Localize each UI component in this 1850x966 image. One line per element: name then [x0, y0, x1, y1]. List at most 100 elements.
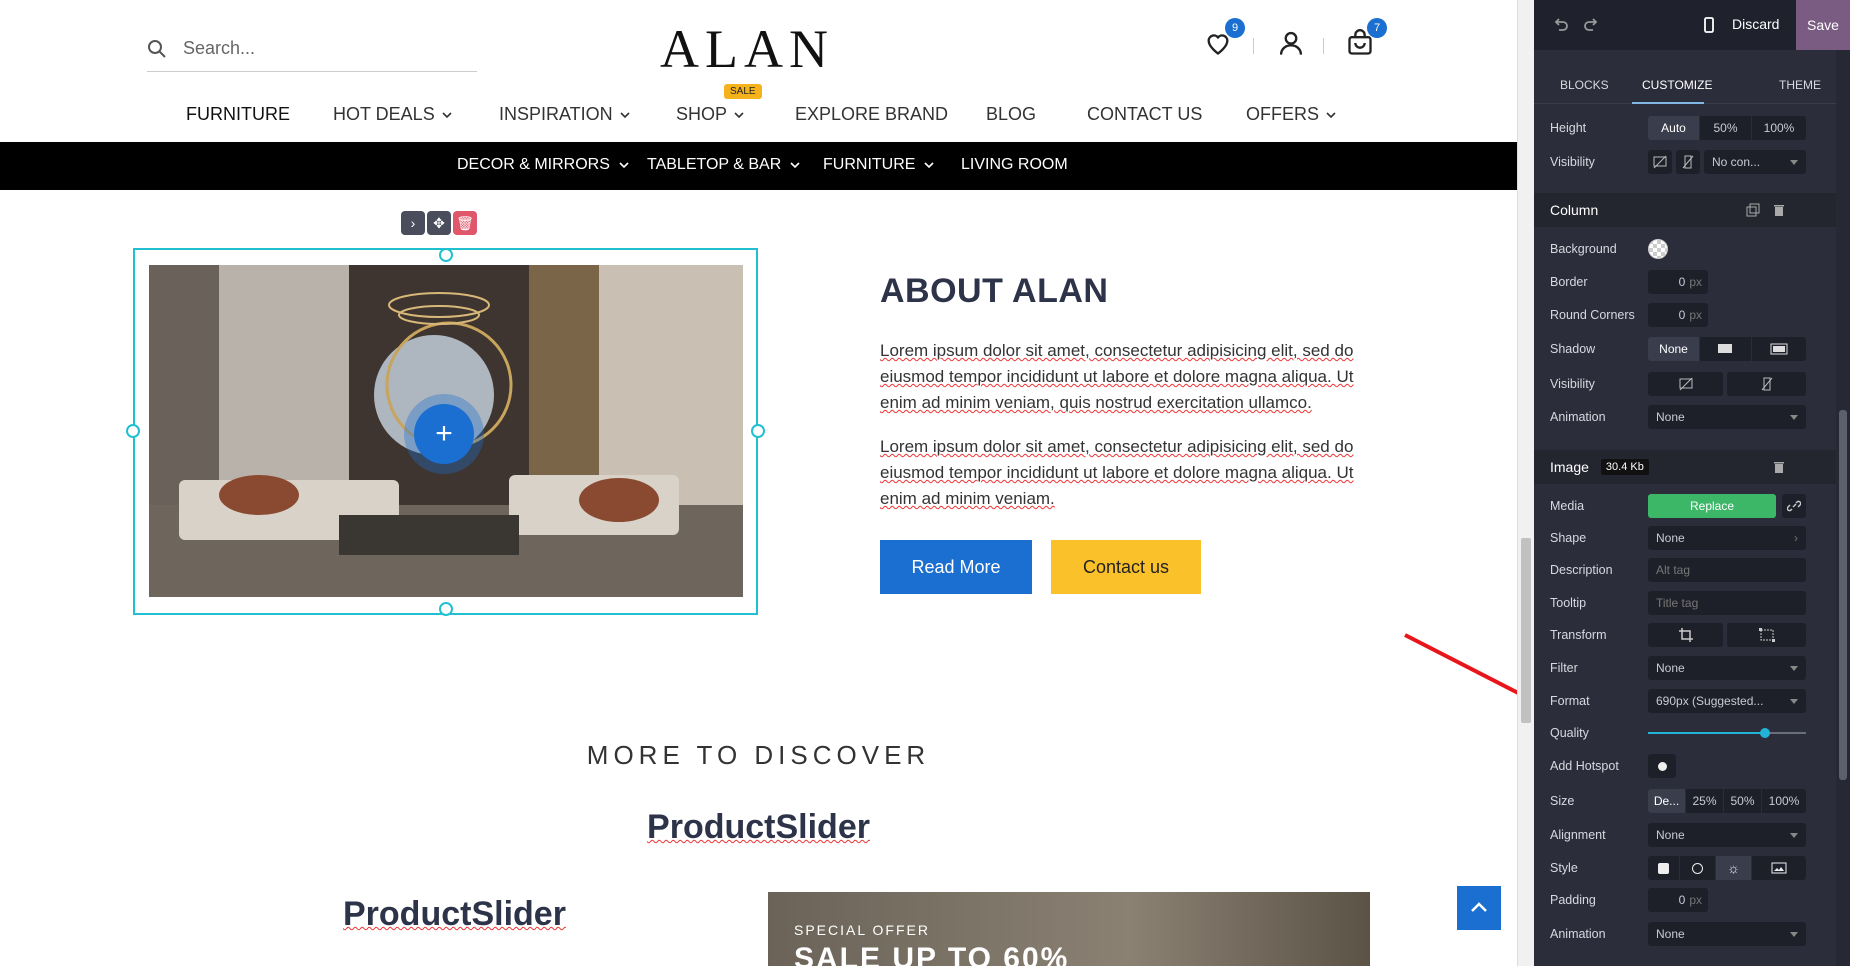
delete-block-button[interactable]: 🗑 — [453, 211, 477, 235]
height-100-option[interactable]: 100% — [1752, 116, 1806, 140]
hide-desktop-toggle[interactable] — [1648, 150, 1672, 174]
column-animation-select[interactable]: None — [1648, 405, 1806, 429]
redo-icon[interactable] — [1582, 16, 1600, 34]
hide-mobile-toggle[interactable] — [1676, 150, 1700, 174]
nav-item-hot-deals[interactable]: HOT DEALS — [333, 104, 453, 125]
padding-input[interactable]: 0 px — [1648, 888, 1708, 912]
search-input[interactable]: Search... — [183, 38, 255, 59]
page-scrollbar[interactable] — [1517, 0, 1534, 966]
add-hotspot-toggle[interactable] — [1648, 754, 1676, 778]
shadow-small-option[interactable] — [1700, 337, 1752, 361]
image-animation-select[interactable]: None — [1648, 922, 1806, 946]
cart-button[interactable]: 7 — [1343, 18, 1387, 60]
background-color-swatch[interactable] — [1648, 239, 1668, 259]
special-offer-banner[interactable]: SPECIAL OFFER SALE UP TO 60% — [768, 892, 1370, 966]
tab-theme[interactable]: THEME — [1779, 78, 1821, 92]
shape-select[interactable]: None › — [1648, 526, 1806, 550]
tab-blocks[interactable]: BLOCKS — [1560, 78, 1609, 92]
image-quality-row: Quality — [1550, 721, 1840, 745]
panel-scrollbar-thumb[interactable] — [1839, 410, 1847, 780]
size-50-option[interactable]: 50% — [1724, 789, 1762, 813]
resize-handle-top[interactable] — [439, 248, 453, 262]
style-thumbnail-option[interactable] — [1752, 856, 1806, 880]
resize-handle-bottom[interactable] — [439, 602, 453, 616]
size-default-option[interactable]: De... — [1648, 789, 1686, 813]
shadow-large-option[interactable] — [1752, 337, 1806, 361]
add-hotspot-plus-button[interactable]: + — [414, 404, 474, 464]
link-media-button[interactable] — [1782, 494, 1806, 518]
nav-item-contact-us[interactable]: CONTACT US — [1087, 104, 1202, 125]
shadow-segment: None — [1648, 337, 1806, 361]
search-bar[interactable]: Search... — [147, 26, 477, 72]
round-corners-value: 0 — [1678, 308, 1686, 322]
shadow-none-option[interactable]: None — [1648, 337, 1700, 361]
padding-unit: px — [1689, 893, 1702, 907]
column-hide-desktop-toggle[interactable] — [1648, 372, 1723, 396]
subnav-item-furniture[interactable]: FURNITURE — [823, 156, 935, 174]
border-width-input[interactable]: 0 px — [1648, 270, 1708, 294]
wishlist-button[interactable]: 9 — [1201, 18, 1245, 60]
round-corners-input[interactable]: 0 px — [1648, 303, 1708, 327]
height-auto-option[interactable]: Auto — [1648, 116, 1700, 140]
format-select[interactable]: 690px (Suggested... — [1648, 689, 1806, 713]
duplicate-icon[interactable] — [1746, 203, 1760, 217]
subnav-item-tabletop-bar[interactable]: TABLETOP & BAR — [647, 156, 801, 174]
nav-label: SHOP — [676, 104, 728, 124]
tab-customize[interactable]: CUSTOMIZE — [1642, 78, 1712, 92]
height-50-option[interactable]: 50% — [1700, 116, 1752, 140]
nav-item-shop[interactable]: SHOP — [676, 104, 745, 125]
column-background-row: Background — [1550, 237, 1840, 261]
size-25-option[interactable]: 25% — [1686, 789, 1724, 813]
nav-item-furniture[interactable]: FURNITURE — [186, 104, 290, 125]
crop-icon — [1678, 628, 1693, 642]
caret-down-icon — [1790, 665, 1798, 671]
panel-scrollbar[interactable] — [1836, 50, 1850, 966]
resize-handle-right[interactable] — [751, 424, 765, 438]
border-value: 0 — [1678, 275, 1686, 289]
nav-label: INSPIRATION — [499, 104, 613, 124]
back-to-top-button[interactable] — [1457, 886, 1501, 930]
mobile-preview-icon[interactable] — [1700, 16, 1718, 34]
column-section-header[interactable]: Column — [1534, 193, 1850, 227]
quality-slider-track[interactable] — [1648, 728, 1806, 738]
move-block-button[interactable]: ✥ — [427, 211, 451, 235]
expand-block-button[interactable]: › — [401, 211, 425, 235]
undo-icon[interactable] — [1552, 16, 1570, 34]
style-rounded-option[interactable] — [1648, 856, 1680, 880]
filter-select[interactable]: None — [1648, 656, 1806, 680]
transform-button[interactable] — [1727, 623, 1806, 647]
alt-tag-input[interactable]: Alt tag — [1648, 558, 1806, 582]
replace-media-button[interactable]: Replace — [1648, 494, 1776, 518]
title-tag-input[interactable]: Title tag — [1648, 591, 1806, 615]
save-button[interactable]: Save — [1796, 0, 1850, 50]
nav-label: HOT DEALS — [333, 104, 435, 124]
size-100-option[interactable]: 100% — [1762, 789, 1806, 813]
trash-icon[interactable] — [1772, 460, 1786, 474]
nav-item-offers[interactable]: OFFERS — [1246, 104, 1337, 125]
tooltip-label: Tooltip — [1550, 596, 1587, 610]
subnav-item-living-room[interactable]: LIVING ROOM — [961, 156, 1068, 174]
read-more-button[interactable]: Read More — [880, 540, 1032, 594]
site-logo[interactable]: ALAN — [660, 18, 834, 80]
crop-button[interactable] — [1648, 623, 1723, 647]
row-visibility-select[interactable]: No con... — [1704, 150, 1806, 174]
account-button[interactable] — [1274, 26, 1308, 60]
alignment-select[interactable]: None — [1648, 823, 1806, 847]
page-scrollbar-thumb[interactable] — [1521, 538, 1531, 723]
chevron-down-icon — [924, 162, 935, 169]
style-circle-option[interactable] — [1680, 856, 1716, 880]
nav-item-blog[interactable]: BLOG — [986, 104, 1036, 125]
resize-handle-left[interactable] — [126, 424, 140, 438]
discard-button[interactable]: Discard — [1732, 16, 1779, 32]
column-animation-label: Animation — [1550, 410, 1606, 424]
nav-item-inspiration[interactable]: INSPIRATION — [499, 104, 631, 125]
trash-icon[interactable] — [1772, 203, 1786, 217]
style-segment: ☼ — [1648, 856, 1806, 880]
column-hide-mobile-toggle[interactable] — [1727, 372, 1806, 396]
style-shadow-option[interactable]: ☼ — [1716, 856, 1752, 880]
quality-slider-handle[interactable] — [1759, 728, 1770, 738]
contact-us-button[interactable]: Contact us — [1051, 540, 1201, 594]
image-section-header[interactable]: Image 30.4 Kb — [1534, 450, 1850, 484]
subnav-item-decor-mirrors[interactable]: DECOR & MIRRORS — [457, 156, 630, 174]
nav-item-explore-brand[interactable]: EXPLORE BRAND — [795, 104, 948, 125]
